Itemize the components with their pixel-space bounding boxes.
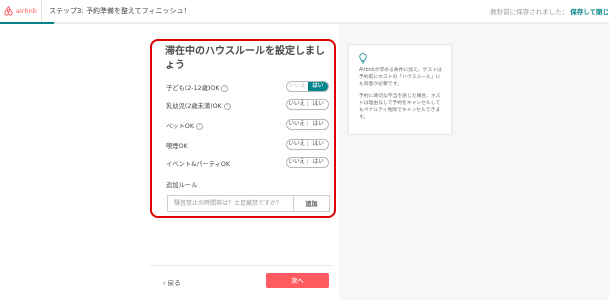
- step-title: ステップ3: 予約準備を整えてフィニッシュ！: [49, 7, 191, 15]
- yes-no-toggle: いいえ | はい: [286, 99, 329, 110]
- rule-row-pets: ペットOK? いいえ | はい: [166, 119, 329, 131]
- help-icon[interactable]: ?: [195, 122, 203, 130]
- tip-card: Airbnbが求める条件に加え、ゲストは予約前にホストの「ハウスルール」にも同意…: [348, 44, 452, 135]
- footer-divider: [150, 265, 333, 266]
- add-rule-button[interactable]: 追加: [293, 195, 330, 212]
- additional-rule-input[interactable]: [167, 195, 293, 212]
- brand-name: airbnb: [16, 7, 37, 15]
- toggle-yes[interactable]: はい: [309, 120, 329, 129]
- save-status: 数秒前に保存されました：: [490, 8, 569, 16]
- rule-label-text: ペットOK: [166, 123, 194, 130]
- rule-row-children: 子ども(2-12歳)OK? いいえ はい: [166, 81, 329, 93]
- yes-no-toggle: いいえ | はい: [286, 157, 329, 168]
- yes-no-toggle: いいえ | はい: [286, 119, 329, 130]
- save-and-exit-link[interactable]: 保存して閉じ: [570, 6, 609, 16]
- rule-label: 乳幼児(2歳未満)OK?: [166, 101, 231, 110]
- toggle-no[interactable]: いいえ: [287, 100, 307, 109]
- rule-row-infants: 乳幼児(2歳未満)OK? いいえ | はい: [166, 99, 329, 111]
- rule-label-text: 乳幼児(2歳未満)OK: [166, 103, 222, 110]
- toggle-yes[interactable]: はい: [309, 158, 329, 167]
- save-area: 数秒前に保存されました： 保存して閉じ: [490, 0, 609, 22]
- yes-no-toggle: いいえ | はい: [286, 139, 329, 150]
- toggle-no[interactable]: いいえ: [287, 140, 307, 149]
- tip-paragraph-1: Airbnbが求める条件に加え、ゲストは予約前にホストの「ハウスルール」にも同意…: [359, 68, 442, 88]
- page-title: 滞在中のハウスルールを設定しましょう: [165, 46, 325, 71]
- help-icon[interactable]: ?: [223, 102, 231, 110]
- progress-fill: [0, 22, 54, 24]
- rule-label-text: 子ども(2-12歳)OK: [166, 85, 220, 92]
- yes-no-toggle: いいえ はい: [286, 81, 329, 92]
- tip-paragraph-2: 予約に適切な不当を感じた場合、ホストは理由なしで予約をキャンセルしてもペナルティ…: [359, 93, 441, 121]
- toggle-no[interactable]: いいえ: [287, 120, 307, 129]
- toggle-yes[interactable]: はい: [309, 140, 329, 149]
- rule-label: イベント&パーティOK: [166, 161, 230, 168]
- airbnb-logo-icon: [4, 6, 13, 16]
- help-icon[interactable]: ?: [221, 84, 229, 92]
- rule-label: 喫煙OK: [166, 143, 188, 150]
- toggle-yes[interactable]: はい: [307, 82, 328, 91]
- house-rules-form: 滞在中のハウスルールを設定しましょう 子ども(2-12歳)OK? いいえ はい …: [150, 39, 336, 218]
- lightbulb-icon: [359, 53, 367, 64]
- next-button[interactable]: 次へ: [266, 273, 329, 288]
- toggle-no[interactable]: いいえ: [287, 158, 307, 167]
- rule-row-smoking: 喫煙OK いいえ | はい: [166, 139, 329, 151]
- top-bar: airbnb ステップ3: 予約準備を整えてフィニッシュ！ 数秒前に保存されまし…: [0, 0, 609, 23]
- toggle-no[interactable]: いいえ: [287, 82, 308, 91]
- additional-rules-label: 追加ルール: [166, 182, 198, 189]
- rule-label: 子ども(2-12歳)OK?: [166, 83, 229, 92]
- rule-label: ペットOK?: [166, 121, 203, 130]
- back-link[interactable]: ‹ 戻る: [163, 277, 181, 287]
- brand-logo[interactable]: airbnb: [0, 0, 42, 22]
- toggle-yes[interactable]: はい: [309, 100, 329, 109]
- rule-row-events: イベント&パーティOK いいえ | はい: [166, 157, 329, 169]
